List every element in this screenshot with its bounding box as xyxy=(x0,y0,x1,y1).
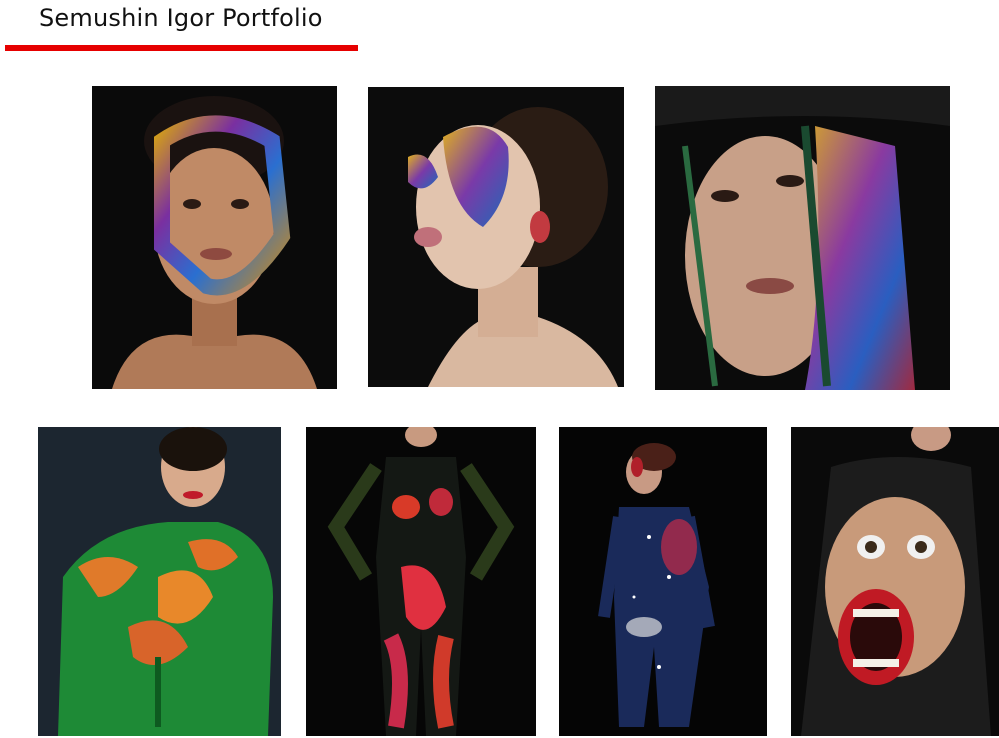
gallery-photo-7[interactable] xyxy=(791,427,999,736)
gallery-photo-6[interactable] xyxy=(559,427,767,736)
title-underline xyxy=(5,45,358,51)
gallery-photo-4[interactable] xyxy=(38,427,281,736)
gallery-photo-5[interactable] xyxy=(306,427,536,736)
gallery-photo-3[interactable] xyxy=(655,86,950,390)
gallery-photo-2[interactable] xyxy=(368,87,624,387)
gallery-photo-1[interactable] xyxy=(92,86,337,389)
page-title: Semushin Igor Portfolio xyxy=(39,4,323,32)
